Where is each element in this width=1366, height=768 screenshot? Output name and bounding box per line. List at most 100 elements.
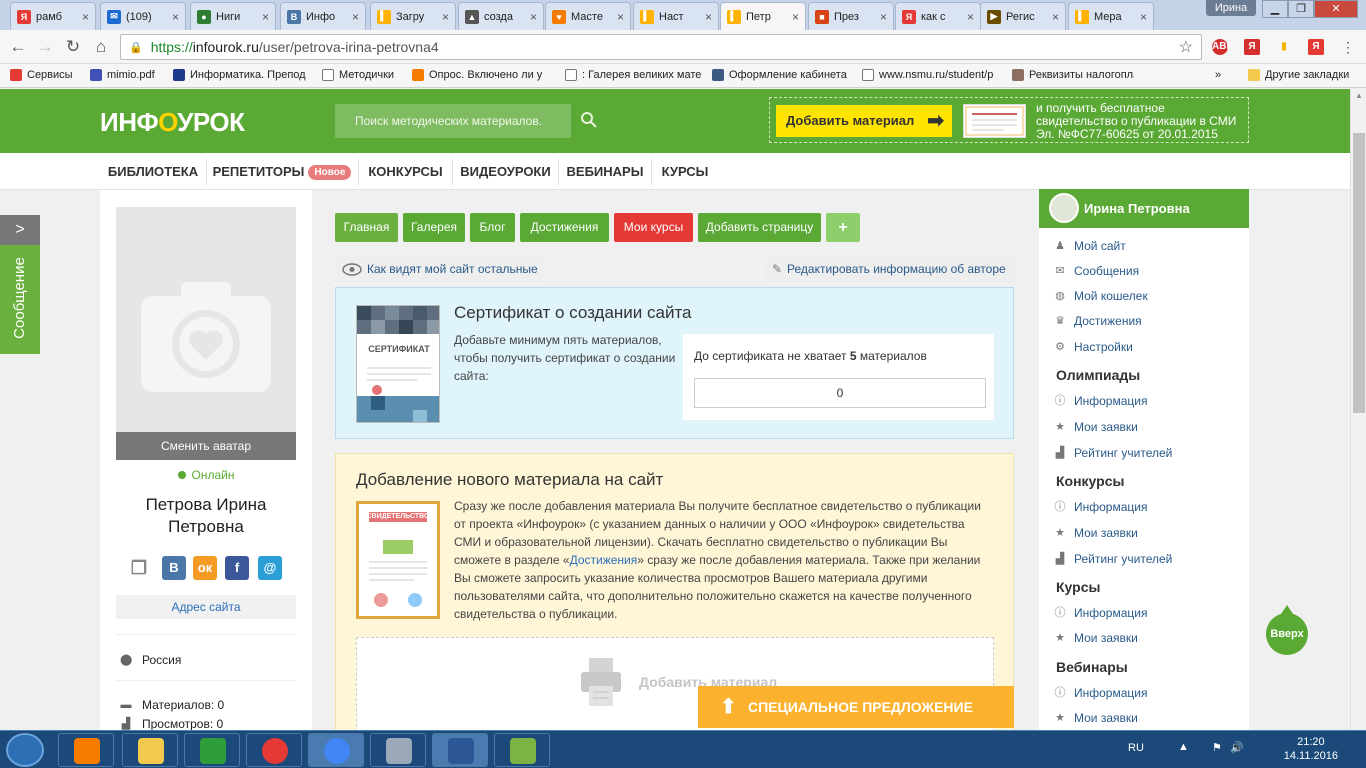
site-logo[interactable]: ИНФОУРОК xyxy=(100,107,245,138)
tab-close-icon[interactable]: × xyxy=(792,10,799,24)
taskbar-app-word[interactable] xyxy=(432,733,488,767)
browser-tab[interactable]: ▍ Загру × xyxy=(370,2,456,30)
contests-requests[interactable]: ★ Мои заявки xyxy=(1054,526,1138,540)
page-tab[interactable]: Блог xyxy=(470,213,515,242)
scrollbar-thumb[interactable] xyxy=(1353,133,1365,413)
nav-videolessons[interactable]: ВИДЕОУРОКИ xyxy=(453,153,558,190)
maximize-button[interactable]: ❐ xyxy=(1288,0,1314,18)
other-bookmarks[interactable]: Другие закладки xyxy=(1248,69,1349,81)
forward-arrow-icon[interactable]: → xyxy=(35,37,55,57)
tab-close-icon[interactable]: × xyxy=(172,10,179,24)
tab-close-icon[interactable]: × xyxy=(617,10,624,24)
nav-library[interactable]: БИБЛИОТЕКА xyxy=(100,153,206,190)
bookmark-item[interactable]: mimio.pdf xyxy=(90,69,170,81)
bookmark-item[interactable]: Методички xyxy=(322,69,407,81)
back-arrow-icon[interactable]: ← xyxy=(8,37,28,57)
extension-icon[interactable]: Я xyxy=(1244,39,1260,55)
extension-icon[interactable]: ABP xyxy=(1212,39,1233,55)
flag-icon[interactable]: ⚑ xyxy=(1212,741,1222,754)
site-address-link[interactable]: Адрес сайта xyxy=(116,595,296,619)
olympiads-requests[interactable]: ★ Мои заявки xyxy=(1054,420,1138,434)
bookmark-item[interactable]: Сервисы xyxy=(10,69,86,81)
sidebar-user-header[interactable]: Ирина Петровна xyxy=(1039,189,1249,228)
taskbar-app-network[interactable] xyxy=(184,733,240,767)
sidebar-item-messages[interactable]: ✉ Сообщения xyxy=(1054,264,1139,278)
facebook-icon[interactable]: f xyxy=(225,556,249,580)
bookmark-star-icon[interactable]: ☆ xyxy=(1179,37,1193,57)
taskbar-app-opera[interactable] xyxy=(246,733,302,767)
browser-tab[interactable]: ▶ Регис × xyxy=(980,2,1066,30)
browser-tab[interactable]: ▍ Петр × xyxy=(720,2,806,30)
browser-tab[interactable]: Ярамб × xyxy=(10,2,96,30)
special-offer-button[interactable]: ⬆ СПЕЦИАЛЬНОЕ ПРЕДЛОЖЕНИЕ xyxy=(698,686,1014,728)
nav-webinars[interactable]: ВЕБИНАРЫ xyxy=(559,153,651,190)
address-bar[interactable]: 🔒 https://infourok.ru/user/petrova-irina… xyxy=(120,34,1202,60)
taskbar-app-paint[interactable] xyxy=(494,733,550,767)
volume-icon[interactable]: 🔊 xyxy=(1230,741,1244,754)
bookmark-item[interactable]: Опрос. Включено ли у xyxy=(412,69,560,81)
add-material-button[interactable]: Добавить материал ➡ xyxy=(776,105,952,137)
webinars-requests[interactable]: ★ Мои заявки xyxy=(1054,711,1138,725)
page-scrollbar[interactable]: ▲ xyxy=(1350,89,1366,730)
sidebar-item-wallet[interactable]: ◍ Мой кошелек xyxy=(1054,289,1148,303)
odnoklassniki-icon[interactable]: ок xyxy=(193,556,217,580)
tab-close-icon[interactable]: × xyxy=(1052,10,1059,24)
page-tab[interactable]: Мои курсы xyxy=(614,213,693,242)
page-tab[interactable]: Главная xyxy=(335,213,398,242)
edit-author-info-link[interactable]: ✎ Редактировать информацию об авторе xyxy=(765,257,1015,282)
clock[interactable]: 21:20 14.11.2016 xyxy=(1284,735,1338,763)
tab-close-icon[interactable]: × xyxy=(705,10,712,24)
browser-profile-badge[interactable]: Ирина xyxy=(1206,0,1256,16)
taskbar-app-calculator[interactable] xyxy=(370,733,426,767)
extension-icon[interactable]: ▮ xyxy=(1276,39,1292,55)
tab-close-icon[interactable]: × xyxy=(1140,10,1147,24)
extension-icon[interactable]: Я xyxy=(1308,39,1324,55)
browser-tab[interactable]: ▍ Мера × xyxy=(1068,2,1154,30)
vk-icon[interactable]: В xyxy=(162,556,186,580)
home-icon[interactable]: ⌂ xyxy=(91,37,111,57)
sidebar-item-settings[interactable]: ⚙ Настройки xyxy=(1054,340,1133,354)
taskbar-app-explorer[interactable] xyxy=(122,733,178,767)
site-search-input[interactable]: Поиск методических материалов. xyxy=(335,104,571,138)
browser-tab[interactable]: В Инфо × xyxy=(280,2,366,30)
tab-close-icon[interactable]: × xyxy=(262,10,269,24)
courses-requests[interactable]: ★ Мои заявки xyxy=(1054,631,1138,645)
minimize-button[interactable]: ▁ xyxy=(1262,0,1288,18)
browser-tab[interactable]: ▲ созда × xyxy=(458,2,544,30)
sidebar-item-achievements[interactable]: ♛ Достижения xyxy=(1054,314,1142,328)
bookmark-item[interactable]: www.nsmu.ru/student/p xyxy=(862,69,1007,81)
nav-tutors[interactable]: РЕПЕТИТОРЫ Новое xyxy=(207,153,357,190)
tab-close-icon[interactable]: × xyxy=(442,10,449,24)
contests-rating[interactable]: ▟ Рейтинг учителей xyxy=(1054,552,1173,566)
page-tab[interactable]: Достижения xyxy=(520,213,609,242)
tab-close-icon[interactable]: × xyxy=(82,10,89,24)
tray-expand-icon[interactable]: ▲ xyxy=(1178,741,1189,753)
bookmark-item[interactable]: Информатика. Препод xyxy=(173,69,318,81)
browser-tab[interactable]: ● Ниги × xyxy=(190,2,276,30)
start-button-windows-icon[interactable] xyxy=(6,733,44,767)
bookmark-item[interactable]: Реквизиты налогопла xyxy=(1012,69,1134,81)
page-tab[interactable]: + xyxy=(826,213,860,242)
bookmark-item[interactable]: : Галерея великих мате xyxy=(565,69,705,81)
tab-close-icon[interactable]: × xyxy=(530,10,537,24)
browser-tab[interactable]: Якак с × xyxy=(895,2,981,30)
page-tab[interactable]: Добавить страницу xyxy=(698,213,821,242)
tab-close-icon[interactable]: × xyxy=(352,10,359,24)
achievements-link[interactable]: Достижения xyxy=(570,553,638,567)
change-avatar-button[interactable]: Сменить аватар xyxy=(116,432,296,460)
window-close-button[interactable]: ✕ xyxy=(1314,0,1358,18)
browser-tab[interactable]: ♥ Масте × xyxy=(545,2,631,30)
view-as-others-link[interactable]: Как видят мой сайт остальные xyxy=(335,257,543,282)
courses-info[interactable]: ⓘ Информация xyxy=(1054,606,1148,620)
search-icon[interactable] xyxy=(580,111,598,129)
bookmarks-more[interactable]: » xyxy=(1215,69,1221,81)
message-side-tab[interactable]: > Сообщение xyxy=(0,215,40,354)
reload-icon[interactable]: ↻ xyxy=(63,37,83,57)
browser-tab[interactable]: ✉ (109) × xyxy=(100,2,186,30)
tab-close-icon[interactable]: × xyxy=(967,10,974,24)
bookmark-item[interactable]: Оформление кабинета xyxy=(712,69,857,81)
browser-menu-icon[interactable]: ⋮ xyxy=(1338,37,1358,57)
sidebar-item-my-site[interactable]: ♟ Мой сайт xyxy=(1054,239,1126,253)
olympiads-rating[interactable]: ▟ Рейтинг учителей xyxy=(1054,446,1173,460)
olympiads-info[interactable]: ⓘ Информация xyxy=(1054,394,1148,408)
